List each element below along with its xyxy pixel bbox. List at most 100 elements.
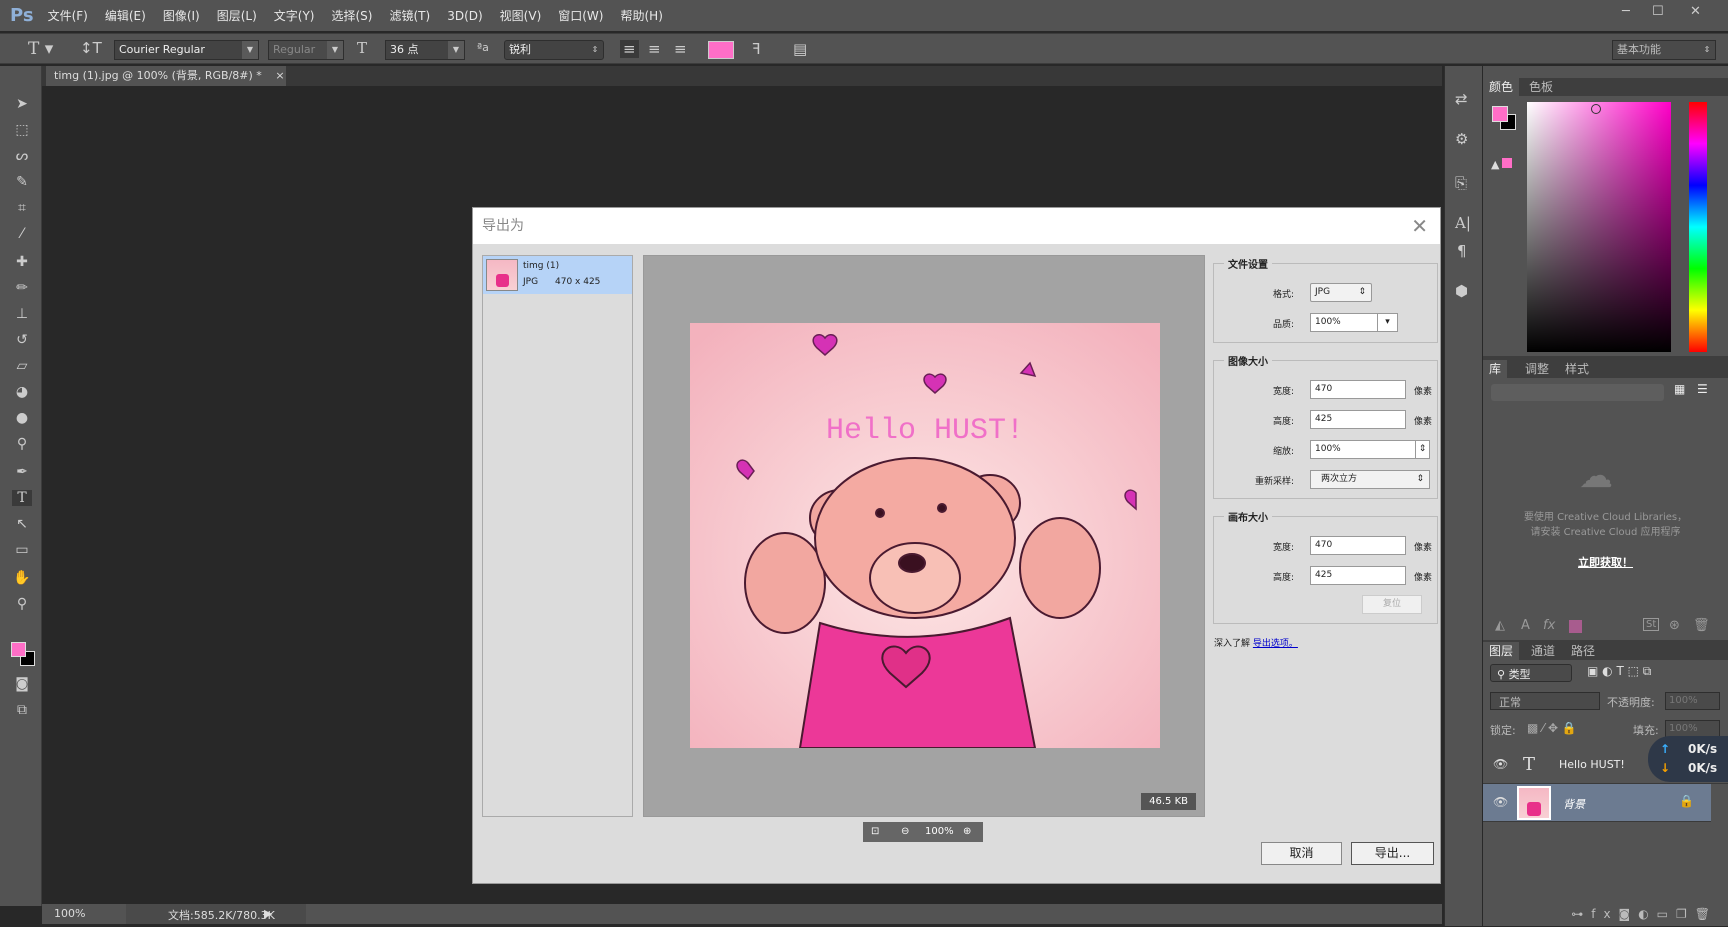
tab-channels[interactable]: 通道 [1525,642,1561,660]
dodge-tool-icon[interactable]: ⚲ [12,436,32,452]
move-tool-icon[interactable]: ➤ [12,96,32,112]
menu-file[interactable]: 文件(F) [48,7,88,24]
clone-source-icon[interactable]: ⎘ [1455,174,1467,192]
trash-icon[interactable]: 🗑 [1693,618,1710,633]
healing-brush-icon[interactable]: ✚ [12,254,32,270]
add-graphic-icon[interactable]: ◭ [1495,618,1505,633]
add-layer-style-icon[interactable]: fx [1543,618,1555,633]
add-color-icon[interactable] [1569,620,1582,633]
character-panel-icon[interactable]: ▤ [793,40,807,58]
font-style-select[interactable]: Regular ▼ [268,40,344,60]
canvas-width-input[interactable]: 470 [1310,536,1406,555]
color-picker-marker[interactable] [1591,104,1601,114]
brush-tool-icon[interactable]: ✏ [12,280,32,296]
hand-tool-icon[interactable]: ✋ [12,570,32,586]
workspace-select[interactable]: 基本功能 ⇕ [1612,40,1716,60]
menu-type[interactable]: 文字(Y) [274,7,315,24]
toggle-orientation-icon[interactable]: ↕T [80,39,102,57]
warp-text-icon[interactable]: ꟻ [752,40,761,58]
lasso-tool-icon[interactable]: ᔕ [12,148,32,164]
menu-3d[interactable]: 3D(D) [447,9,482,23]
history-brush-icon[interactable]: ↺ [12,332,32,348]
stamp-tool-icon[interactable]: ⊥ [12,306,32,322]
font-family-select[interactable]: Courier Regular ▼ [114,40,259,60]
type-tool-icon[interactable]: T ▾ [28,39,53,59]
list-view-icon[interactable]: ☰ [1697,382,1708,396]
screen-mode-icon[interactable]: ⧉ [12,702,32,718]
close-tab-icon[interactable]: × [275,69,284,82]
tab-styles[interactable]: 样式 [1559,360,1595,378]
3d-icon[interactable]: ⬢ [1455,282,1468,300]
menu-edit[interactable]: 编辑(E) [105,7,146,24]
stock-icon[interactable]: St [1643,618,1660,631]
layer-filter-select[interactable]: ⚲ 类型 [1490,664,1572,682]
layers-footer-icons[interactable]: ⊶fx◙◐▭❐🗑 [1483,904,1728,926]
paint-bucket-icon[interactable]: ◕ [12,384,32,400]
menu-window[interactable]: 窗口(W) [558,7,603,24]
antialias-select[interactable]: 锐利 ⇕ [504,40,604,60]
align-right-icon[interactable]: ≡ [674,40,687,58]
character-icon[interactable]: A| [1455,214,1471,232]
foreground-swatch[interactable] [1492,106,1508,122]
menu-filter[interactable]: 滤镜(T) [389,7,430,24]
quick-mask-icon[interactable]: ◙ [12,676,32,692]
type-tool-icon[interactable]: T [12,490,32,506]
text-color-swatch[interactable] [708,41,734,59]
layer-row-background[interactable]: 👁 背景 🔒 [1483,784,1711,822]
export-button[interactable]: 导出... [1351,842,1434,865]
history-panel-icon[interactable]: ⇄ [1455,90,1468,108]
lock-icons[interactable]: ▩ ⁄ ✥ 🔒 [1527,721,1577,735]
filter-pixel-icon[interactable]: ▣ ◐ T ⬚ ⧉ [1587,664,1651,679]
menu-image[interactable]: 图像(I) [163,7,200,24]
canvas-height-input[interactable]: 425 [1310,566,1406,585]
eraser-icon[interactable]: ▱ [12,358,32,374]
align-center-icon[interactable]: ≡ [648,40,661,58]
scale-select[interactable]: 100% ⇕ [1310,440,1430,459]
tab-layers[interactable]: 图层 [1483,642,1520,660]
hue-slider[interactable] [1689,102,1707,352]
tab-swatches[interactable]: 色板 [1523,78,1559,96]
font-size-select[interactable]: 36 点 ▼ [385,40,465,60]
fit-view-icon[interactable]: ⊡ [871,822,879,842]
cloud-sync-icon[interactable]: ⊛ [1669,618,1680,633]
maximize-button[interactable]: ☐ [1652,4,1664,19]
menu-help[interactable]: 帮助(H) [620,7,662,24]
blend-mode-select[interactable]: 正常 [1490,692,1600,710]
minimize-button[interactable]: ─ [1622,4,1630,19]
layer-name[interactable]: Hello HUST! [1559,758,1625,771]
rectangle-tool-icon[interactable]: ▭ [12,542,32,558]
crop-tool-icon[interactable]: ⌗ [12,200,32,216]
zoom-in-icon[interactable]: ⊕ [963,822,971,842]
tab-adjustments[interactable]: 调整 [1519,360,1555,378]
cancel-button[interactable]: 取消 [1261,842,1342,865]
tab-color[interactable]: 颜色 [1483,78,1520,96]
export-options-link[interactable]: 导出选项。 [1253,639,1298,649]
export-preview[interactable]: Hello HUST! 46.5 KB [643,255,1205,817]
menu-layer[interactable]: 图层(L) [217,7,257,24]
path-select-icon[interactable]: ↖ [12,516,32,532]
marquee-tool-icon[interactable]: ⬚ [12,122,32,138]
add-char-style-icon[interactable]: A [1521,618,1530,633]
image-height-input[interactable]: 425 [1310,410,1406,429]
get-now-link[interactable]: 立即获取！ [1483,554,1728,570]
foreground-color[interactable] [11,642,26,657]
paragraph-icon[interactable]: ¶ [1457,242,1467,260]
blur-tool-icon[interactable]: ● [12,410,32,426]
image-width-input[interactable]: 470 [1310,380,1406,399]
pen-tool-icon[interactable]: ✒ [12,464,32,480]
document-tab[interactable]: timg (1).jpg @ 100% (背景, RGB/8#) * × [46,66,286,86]
grid-view-icon[interactable]: ▦ [1674,382,1685,396]
library-select[interactable] [1491,384,1664,401]
file-list-item[interactable]: timg (1) JPG 470 x 425 [483,256,632,294]
opacity-input[interactable]: 100% [1665,692,1720,710]
close-window-button[interactable]: ✕ [1690,4,1701,19]
dialog-close-button[interactable]: ✕ [1411,208,1428,244]
menu-select[interactable]: 选择(S) [332,7,373,24]
reset-button[interactable]: 复位 [1362,595,1422,614]
zoom-tool-icon[interactable]: ⚲ [12,596,32,612]
color-field[interactable] [1527,102,1671,352]
zoom-level[interactable]: 100% [54,907,85,920]
zoom-out-icon[interactable]: ⊖ [901,822,909,842]
quality-select[interactable]: 100% ▾ [1310,313,1398,332]
eyedropper-icon[interactable]: ⁄ [12,226,32,242]
